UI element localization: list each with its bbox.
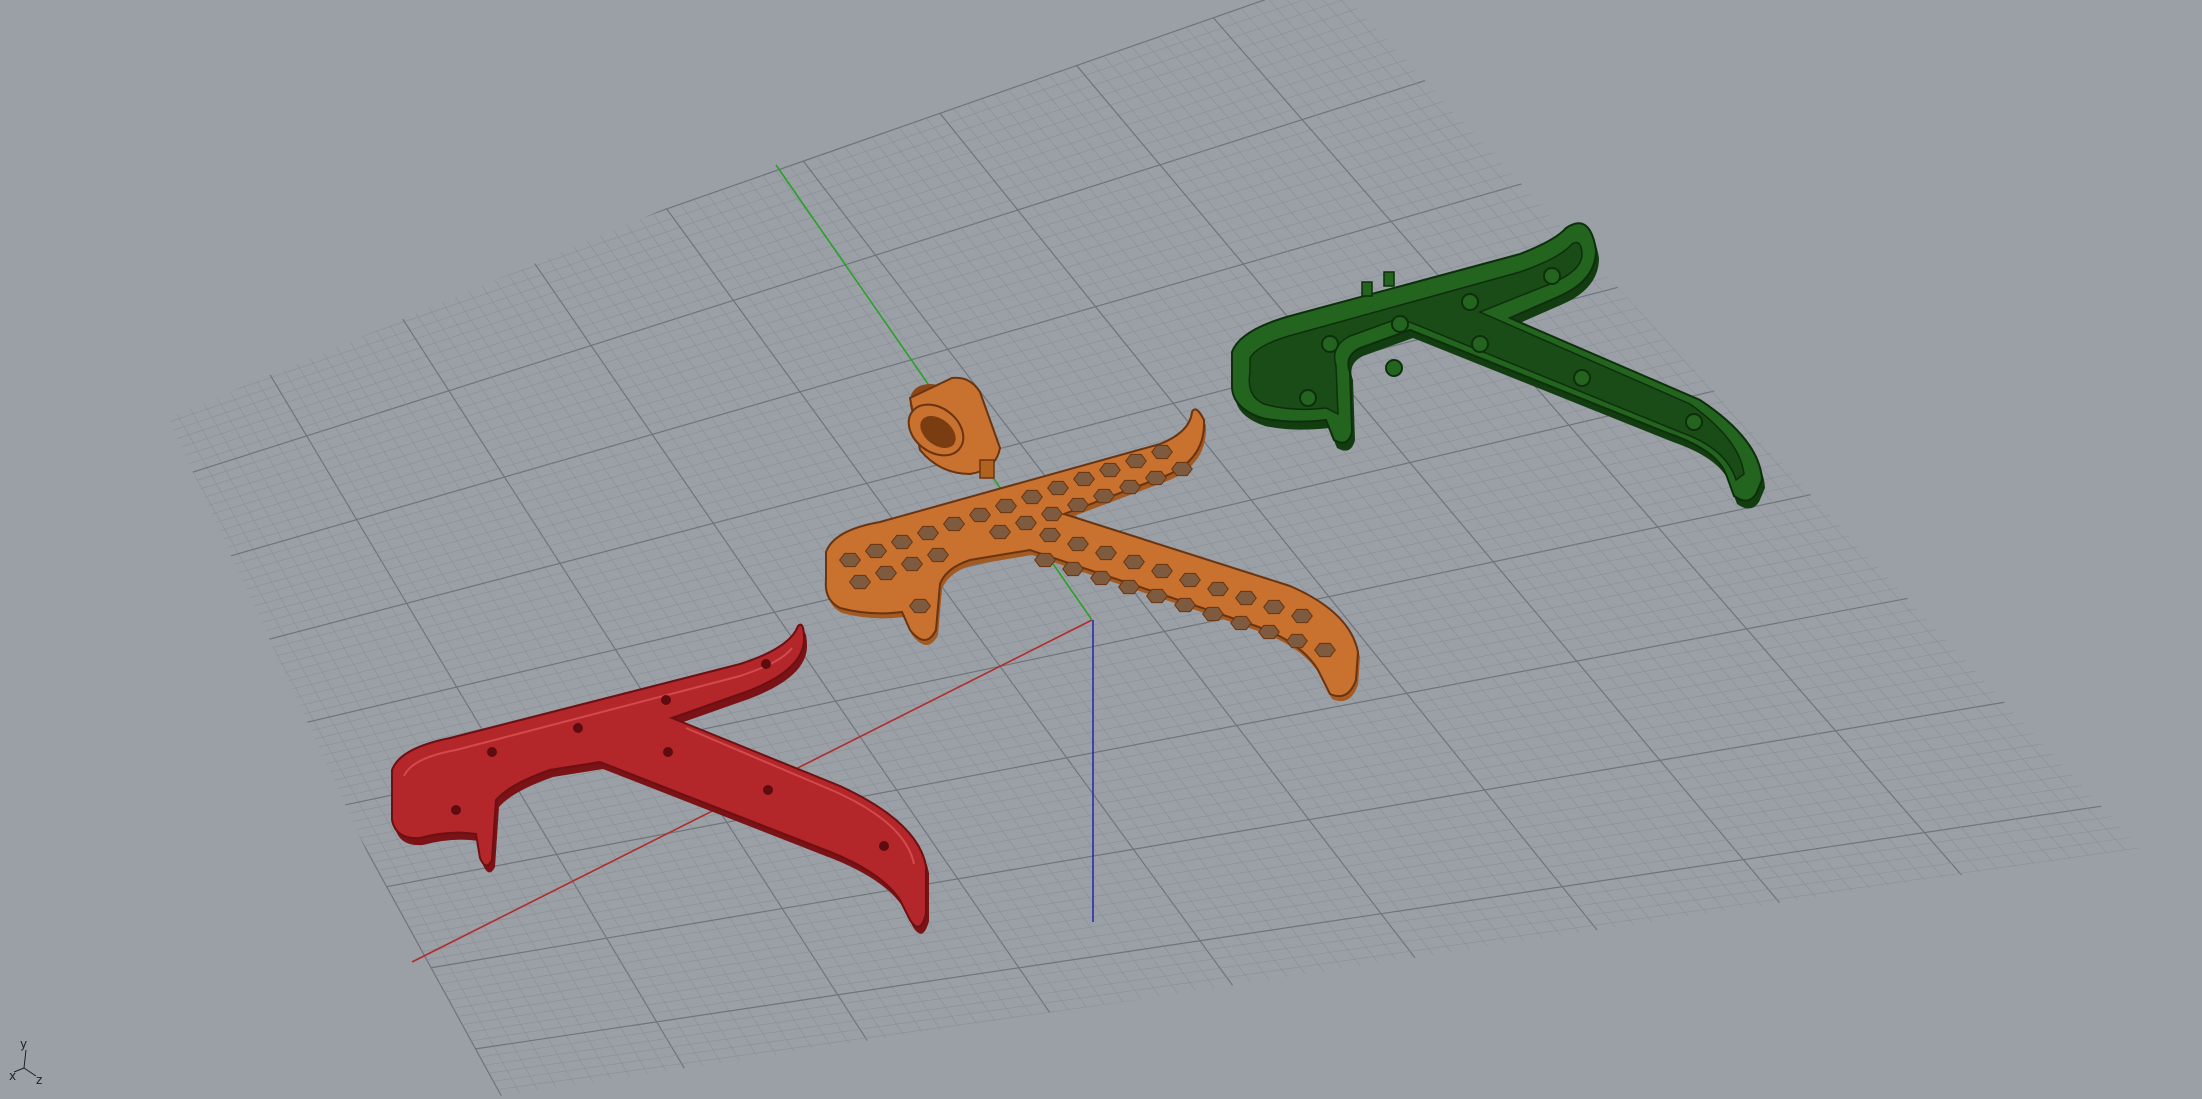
grid-line (462, 773, 2078, 1025)
grid-line (1144, 41, 1921, 947)
grid-line (1117, 51, 1883, 952)
honeycomb-cell (1263, 599, 1285, 615)
honeycomb-cell (874, 565, 898, 581)
widget-x-label: x (9, 1069, 16, 1083)
grid-line (1185, 27, 1977, 940)
grid-line (493, 847, 2140, 1082)
honeycomb-cell (1151, 444, 1173, 460)
honeycomb-cell (1123, 554, 1145, 570)
honeycomb-cell (1090, 570, 1112, 586)
grid-line (1131, 46, 1902, 950)
axis-orientation-widget: y x z (9, 1037, 42, 1087)
widget-z-label: z (36, 1073, 42, 1087)
honeycomb-cell (1171, 461, 1193, 477)
honeycomb-cell (1258, 624, 1280, 640)
honeycomb-cell (1041, 506, 1063, 522)
honeycomb-cell (1014, 515, 1037, 531)
honeycomb-cell (908, 598, 932, 614)
grid-line (1158, 36, 1939, 945)
honeycomb-cell (1235, 590, 1257, 606)
honeycomb-cell (968, 507, 992, 523)
honeycomb-cell (1067, 497, 1089, 513)
honeycomb-cell (1073, 471, 1095, 487)
honeycomb-cell (1034, 552, 1056, 568)
honeycomb-cell (1202, 606, 1224, 622)
honeycomb-cell (1151, 563, 1173, 579)
grid-line (471, 794, 2097, 1042)
honeycomb-cell (900, 556, 924, 572)
honeycomb-cell (1286, 633, 1308, 649)
honeycomb-cell (890, 534, 914, 550)
grid-line (1349, 0, 2140, 911)
grid-line (1281, 0, 2107, 923)
honeycomb-cell (1179, 572, 1201, 588)
grid-line (168, 0, 1360, 409)
honeycomb-cell (1146, 588, 1168, 604)
grid-line (168, 0, 1351, 401)
grid-line (479, 815, 2116, 1058)
honeycomb-cell (1125, 453, 1147, 469)
grid-line (466, 784, 2087, 1033)
grid-line (1212, 17, 2014, 935)
honeycomb-cell (926, 547, 950, 563)
honeycomb-cell (1314, 642, 1336, 658)
perspective-viewport[interactable]: y x z (0, 0, 2202, 1099)
honeycomb-cell (942, 516, 966, 532)
honeycomb-cell (1067, 536, 1089, 552)
honeycomb-cell (1062, 561, 1084, 577)
honeycomb-cell (994, 498, 1018, 514)
honeycomb-cell (838, 552, 862, 568)
honeycomb-cell (1174, 597, 1196, 613)
honeycomb-cell (1119, 479, 1141, 495)
grid-line (1090, 60, 1846, 957)
honeycomb-cell (1095, 545, 1117, 561)
grid-line (364, 544, 1870, 847)
honeycomb-cell (1145, 470, 1167, 486)
grid-line (1076, 65, 1828, 960)
grid-line (1254, 3, 2070, 928)
grid-line (1226, 12, 2033, 933)
honeycomb-cell (1020, 489, 1043, 505)
widget-y-label: y (20, 1037, 27, 1051)
honeycomb-cell (1093, 488, 1115, 504)
honeycomb-cell (1039, 527, 1061, 543)
grid-line (1062, 70, 1809, 962)
honeycomb-cell (1207, 581, 1229, 597)
orange-ring-clip[interactable] (897, 370, 1002, 479)
honeycomb-cell (864, 543, 888, 559)
honeycomb-cell (916, 525, 940, 541)
grid-line (1049, 74, 1790, 964)
honeycomb-cell (988, 524, 1012, 540)
honeycomb-cell (1118, 579, 1140, 595)
honeycomb-cell (1047, 480, 1069, 496)
grid-line (1172, 31, 1958, 942)
honeycomb-cell (1099, 462, 1121, 478)
honeycomb-cell (848, 574, 872, 590)
grid-line (497, 857, 2140, 1090)
honeycomb-cell (1230, 615, 1252, 631)
grid-line (488, 836, 2134, 1074)
grid-line (1035, 79, 1771, 967)
grid-line (1199, 22, 1995, 938)
honeycomb-cell (1291, 608, 1313, 624)
